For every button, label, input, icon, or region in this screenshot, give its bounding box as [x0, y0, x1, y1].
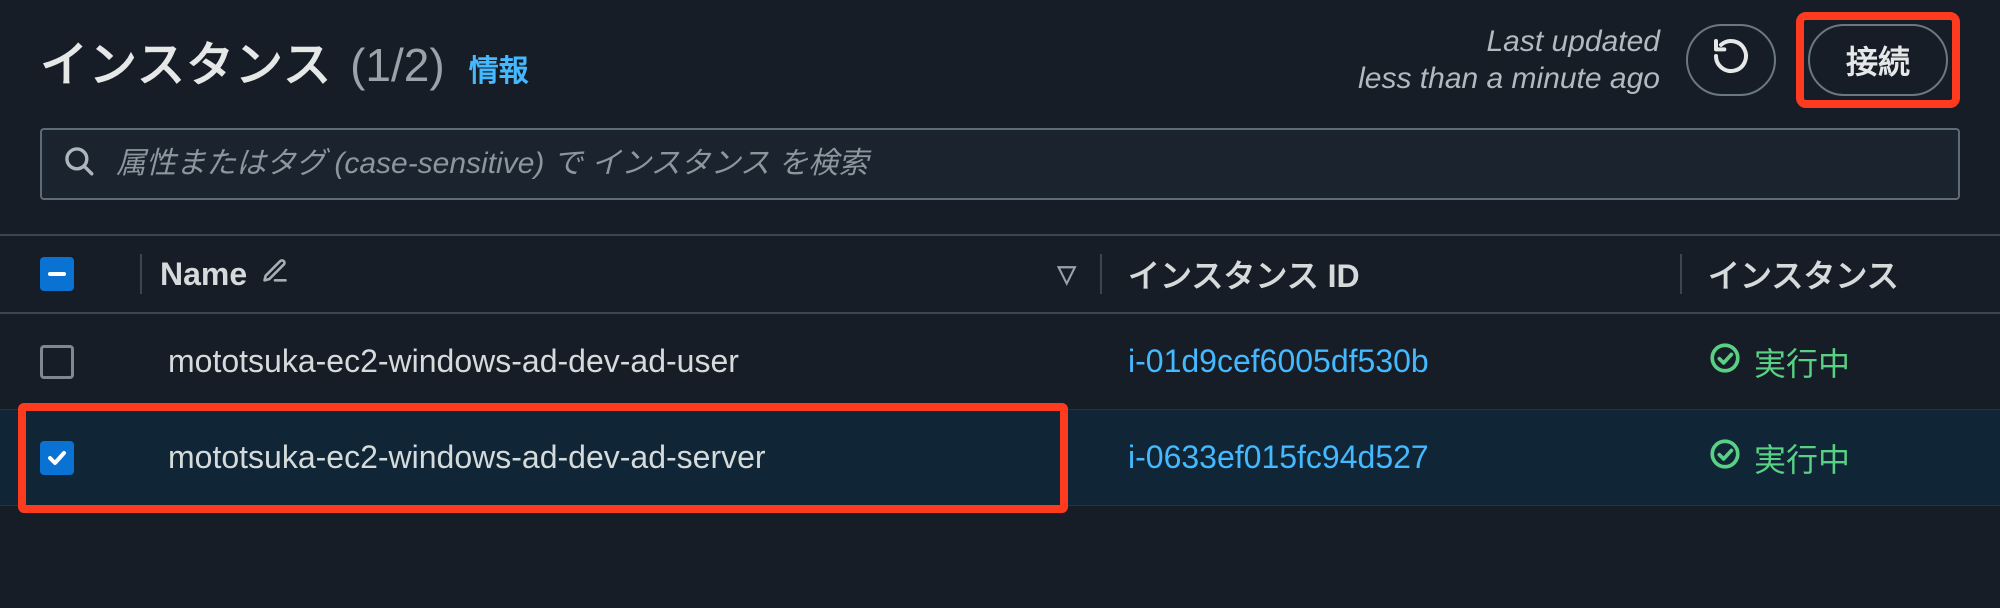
row-instance-id-cell: i-0633ef015fc94d527 — [1100, 439, 1680, 476]
status-badge: 実行中 — [1708, 435, 1850, 481]
last-updated-line1: Last updated — [1358, 23, 1660, 61]
edit-icon[interactable] — [261, 256, 289, 293]
instance-name: mototsuka-ec2-windows-ad-dev-ad-user — [168, 343, 739, 380]
last-updated-text: Last updated less than a minute ago — [1358, 23, 1660, 98]
row-state-cell: 実行中 — [1680, 435, 2000, 481]
status-label: 実行中 — [1754, 435, 1850, 481]
row-checkbox[interactable] — [40, 441, 74, 475]
row-state-cell: 実行中 — [1680, 339, 2000, 385]
select-all-checkbox[interactable] — [40, 257, 74, 291]
column-header-instance-state-label: インスタンス — [1708, 251, 1899, 297]
info-link[interactable]: 情報 — [469, 46, 529, 90]
search-field-wrapper[interactable] — [40, 128, 1960, 200]
search-input[interactable] — [116, 147, 1938, 181]
table-row[interactable]: mototsuka-ec2-windows-ad-dev-ad-server i… — [0, 410, 2000, 506]
row-name-cell: mototsuka-ec2-windows-ad-dev-ad-server — [140, 439, 1100, 476]
status-badge: 実行中 — [1708, 339, 1850, 385]
connect-button-label: 接続 — [1846, 37, 1910, 83]
status-label: 実行中 — [1754, 339, 1850, 385]
check-circle-icon — [1708, 437, 1742, 479]
row-checkbox-cell[interactable] — [0, 345, 140, 379]
instance-name: mototsuka-ec2-windows-ad-dev-ad-server — [168, 439, 766, 476]
title-block: インスタンス (1/2) 情報 — [40, 25, 529, 95]
refresh-button[interactable] — [1686, 24, 1776, 96]
instance-id-link[interactable]: i-01d9cef6005df530b — [1128, 343, 1429, 380]
column-header-instance-id-label: インスタンス ID — [1128, 251, 1360, 297]
check-circle-icon — [1708, 341, 1742, 383]
refresh-icon — [1711, 36, 1751, 84]
row-checkbox-cell[interactable] — [0, 441, 140, 475]
column-header-instance-state[interactable]: インスタンス — [1680, 251, 2000, 297]
select-all-cell[interactable] — [0, 257, 140, 291]
instance-id-link[interactable]: i-0633ef015fc94d527 — [1128, 439, 1429, 476]
search-icon — [62, 144, 96, 185]
table-row[interactable]: mototsuka-ec2-windows-ad-dev-ad-user i-0… — [0, 314, 2000, 410]
instance-count: (1/2) — [350, 38, 445, 92]
table-header-row: Name ▽ インスタンス ID インスタンス — [0, 234, 2000, 314]
last-updated-line2: less than a minute ago — [1358, 60, 1660, 98]
connect-button-highlight: 接続 — [1796, 12, 1960, 108]
row-checkbox[interactable] — [40, 345, 74, 379]
column-header-name[interactable]: Name ▽ — [140, 256, 1100, 293]
search-bar — [40, 128, 1960, 200]
row-instance-id-cell: i-01d9cef6005df530b — [1100, 343, 1680, 380]
connect-button[interactable]: 接続 — [1808, 24, 1948, 96]
instances-table: Name ▽ インスタンス ID インスタンス mototsuka-ec2-wi… — [0, 234, 2000, 506]
row-name-cell: mototsuka-ec2-windows-ad-dev-ad-user — [140, 343, 1100, 380]
page-title: インスタンス — [40, 25, 332, 95]
page-header: インスタンス (1/2) 情報 Last updated less than a… — [0, 0, 2000, 100]
column-header-name-label: Name — [160, 256, 247, 293]
sort-icon[interactable]: ▽ — [1058, 260, 1076, 289]
column-header-instance-id[interactable]: インスタンス ID — [1100, 251, 1680, 297]
